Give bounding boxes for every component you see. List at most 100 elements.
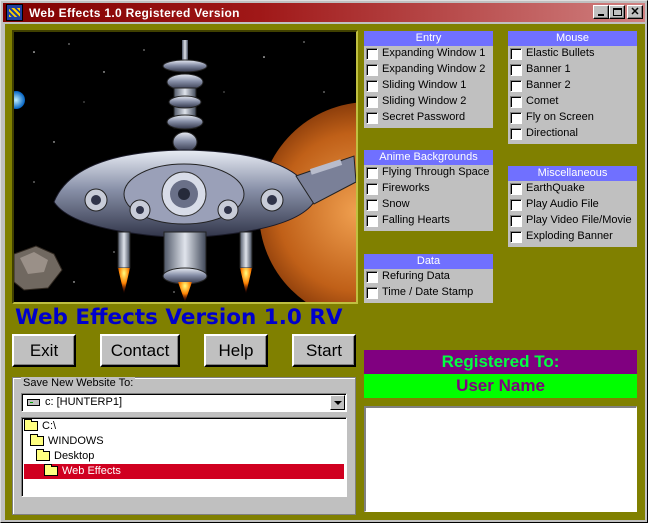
- option-label: Secret Password: [382, 111, 466, 123]
- option-row[interactable]: Sliding Window 1: [364, 78, 493, 94]
- checkbox[interactable]: [366, 167, 378, 179]
- checkbox[interactable]: [510, 215, 522, 227]
- checkbox[interactable]: [366, 48, 378, 60]
- folder-item-web-effects[interactable]: Web Effects: [24, 464, 344, 479]
- folder-item-desktop[interactable]: Desktop: [36, 449, 344, 464]
- option-row[interactable]: EarthQuake: [508, 181, 637, 197]
- option-label: Banner 2: [526, 79, 571, 91]
- close-button[interactable]: ✕: [627, 5, 643, 19]
- option-row[interactable]: Elastic Bullets: [508, 46, 637, 62]
- panel-title: Anime Backgrounds: [364, 150, 493, 165]
- checkbox[interactable]: [510, 112, 522, 124]
- option-row[interactable]: Fireworks: [364, 181, 493, 197]
- save-location-group: Save New Website To: c: [HUNTERP1] C:\ W…: [12, 377, 356, 515]
- checkbox[interactable]: [366, 80, 378, 92]
- option-row[interactable]: Comet: [508, 94, 637, 110]
- open-folder-icon: [24, 419, 38, 431]
- dropdown-arrow-icon[interactable]: [330, 395, 345, 410]
- option-label: Sliding Window 1: [382, 79, 467, 91]
- minimize-button[interactable]: [593, 5, 609, 19]
- option-label: Flying Through Space: [382, 166, 490, 178]
- registered-user-name: User Name: [364, 374, 637, 398]
- close-icon: ✕: [630, 6, 640, 18]
- open-folder-icon: [44, 464, 58, 476]
- checkbox[interactable]: [510, 64, 522, 76]
- folder-label: Desktop: [54, 450, 95, 462]
- checkbox[interactable]: [510, 80, 522, 92]
- checkbox[interactable]: [510, 128, 522, 140]
- option-row[interactable]: Play Audio File: [508, 197, 637, 213]
- contact-button[interactable]: Contact: [100, 334, 180, 367]
- option-label: EarthQuake: [526, 182, 585, 194]
- panel-title: Entry: [364, 31, 493, 46]
- option-row[interactable]: Expanding Window 1: [364, 46, 493, 62]
- checkbox[interactable]: [366, 271, 378, 283]
- folder-item-root[interactable]: C:\: [24, 419, 344, 434]
- mouse-panel: Mouse Elastic Bullets Banner 1 Banner 2 …: [508, 31, 637, 144]
- drive-icon: [27, 399, 40, 406]
- option-row[interactable]: Fly on Screen: [508, 110, 637, 126]
- maximize-button[interactable]: [609, 5, 625, 19]
- checkbox[interactable]: [510, 199, 522, 211]
- folder-item-windows[interactable]: WINDOWS: [30, 434, 344, 449]
- checkbox[interactable]: [366, 64, 378, 76]
- option-row[interactable]: Secret Password: [364, 110, 493, 126]
- notes-textarea[interactable]: [364, 406, 637, 512]
- option-row[interactable]: Flying Through Space: [364, 165, 493, 181]
- data-panel: Data Refuring Data Time / Date Stamp: [364, 254, 493, 303]
- anime-backgrounds-panel: Anime Backgrounds Flying Through Space F…: [364, 150, 493, 231]
- checkbox[interactable]: [366, 199, 378, 211]
- option-label: Comet: [526, 95, 559, 107]
- maximize-icon: [613, 8, 622, 16]
- option-label: Play Audio File: [526, 198, 599, 210]
- option-row[interactable]: Refuring Data: [364, 269, 493, 285]
- space-station-image: [12, 30, 358, 304]
- option-row[interactable]: Snow: [364, 197, 493, 213]
- option-row[interactable]: Falling Hearts: [364, 213, 493, 229]
- open-folder-icon: [36, 449, 50, 461]
- checkbox[interactable]: [366, 215, 378, 227]
- drive-value: c: [HUNTERP1]: [45, 396, 123, 408]
- folder-label: Web Effects: [62, 465, 121, 477]
- checkbox[interactable]: [366, 112, 378, 124]
- option-label: Play Video File/Movie: [526, 214, 632, 226]
- checkbox[interactable]: [510, 231, 522, 243]
- open-folder-icon: [30, 434, 44, 446]
- option-label: Exploding Banner: [526, 230, 613, 242]
- option-row[interactable]: Banner 1: [508, 62, 637, 78]
- option-label: Sliding Window 2: [382, 95, 467, 107]
- panel-title: Data: [364, 254, 493, 269]
- option-row[interactable]: Play Video File/Movie: [508, 213, 637, 229]
- drive-select[interactable]: c: [HUNTERP1]: [21, 393, 347, 412]
- option-row[interactable]: Sliding Window 2: [364, 94, 493, 110]
- checkbox[interactable]: [366, 183, 378, 195]
- option-row[interactable]: Expanding Window 2: [364, 62, 493, 78]
- option-row[interactable]: Directional: [508, 126, 637, 142]
- option-label: Refuring Data: [382, 270, 450, 282]
- directory-list[interactable]: C:\ WINDOWS Desktop Web Effects: [21, 417, 347, 497]
- option-row[interactable]: Exploding Banner: [508, 229, 637, 245]
- window-title: Web Effects 1.0 Registered Version: [29, 6, 240, 20]
- option-row[interactable]: Banner 2: [508, 78, 637, 94]
- start-button[interactable]: Start: [292, 334, 356, 367]
- checkbox[interactable]: [366, 287, 378, 299]
- option-label: Falling Hearts: [382, 214, 450, 226]
- checkbox[interactable]: [510, 96, 522, 108]
- exit-button[interactable]: Exit: [12, 334, 76, 367]
- checkbox[interactable]: [510, 48, 522, 60]
- minimize-icon: [598, 14, 604, 16]
- option-label: Expanding Window 1: [382, 47, 486, 59]
- folder-label: WINDOWS: [48, 435, 104, 447]
- option-label: Elastic Bullets: [526, 47, 595, 59]
- checkbox[interactable]: [510, 183, 522, 195]
- help-button[interactable]: Help: [204, 334, 268, 367]
- space-station-illustration: [14, 32, 356, 302]
- client-area: Web Effects Version 1.0 RV Exit Contact …: [5, 24, 645, 520]
- title-bar[interactable]: Web Effects 1.0 Registered Version ✕: [3, 3, 645, 22]
- panel-title: Mouse: [508, 31, 637, 46]
- app-icon[interactable]: [6, 4, 23, 21]
- option-row[interactable]: Time / Date Stamp: [364, 285, 493, 301]
- app-window: Web Effects 1.0 Registered Version ✕ Web…: [0, 0, 648, 523]
- option-label: Fly on Screen: [526, 111, 594, 123]
- checkbox[interactable]: [366, 96, 378, 108]
